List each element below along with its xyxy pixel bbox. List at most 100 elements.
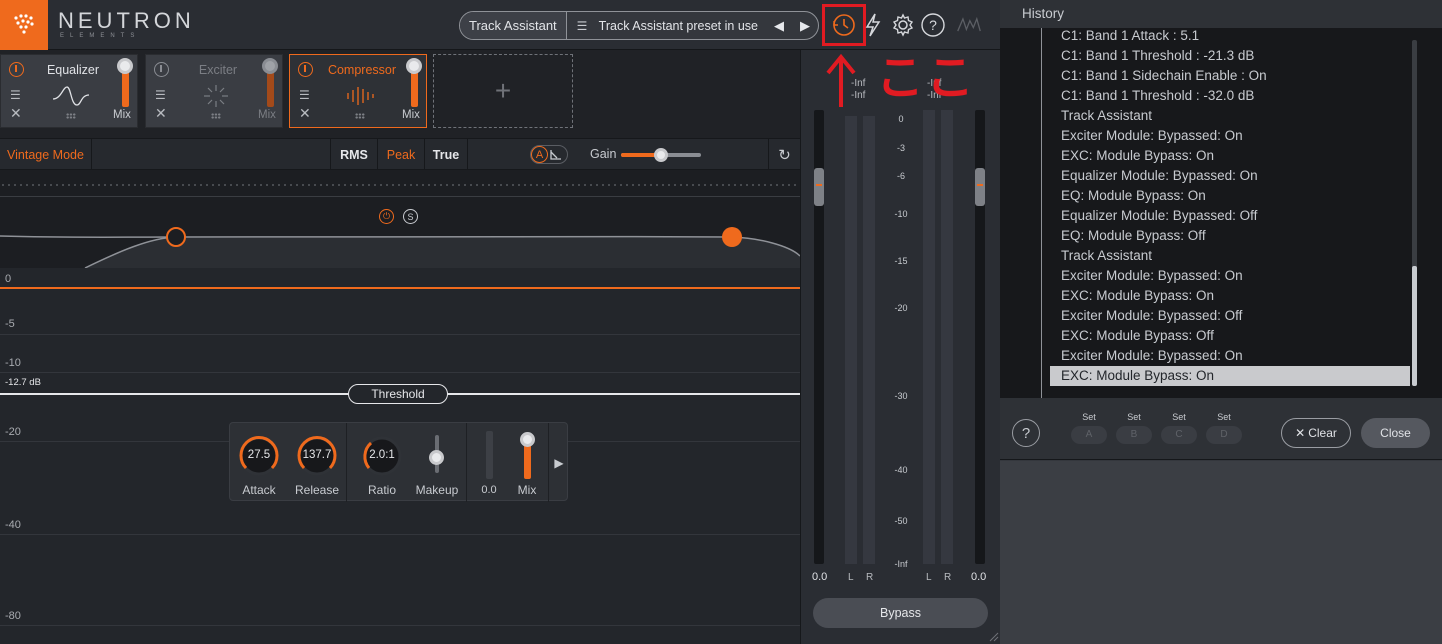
drag-handle-icon[interactable] bbox=[355, 113, 365, 119]
sidechain-solo-icon[interactable]: S bbox=[403, 209, 418, 224]
release-value: 137.7 bbox=[302, 449, 332, 461]
history-item[interactable]: EQ: Module Bypass: On bbox=[1050, 186, 1410, 206]
history-item[interactable]: Exciter Module: Bypassed: On bbox=[1050, 126, 1410, 146]
history-item[interactable]: EXC: Module Bypass: On bbox=[1050, 146, 1410, 166]
history-item[interactable]: Equalizer Module: Bypassed: Off bbox=[1050, 206, 1410, 226]
history-item[interactable]: Track Assistant bbox=[1050, 106, 1410, 126]
mix-fader-knob[interactable] bbox=[262, 58, 278, 74]
reset-icon[interactable]: ↻ bbox=[768, 139, 800, 170]
panel-divider bbox=[346, 423, 347, 502]
preset-list-icon[interactable]: ☰ bbox=[577, 19, 591, 33]
compressor-graph[interactable]: ⏻ S 0 -5 -10 -20 -40 -80 -12.7 dB Thresh… bbox=[0, 170, 800, 644]
history-item[interactable]: EQ: Module Bypass: Off bbox=[1050, 226, 1410, 246]
clear-button[interactable]: ✕ Clear bbox=[1281, 418, 1351, 448]
history-item[interactable]: EXC: Module Bypass: On bbox=[1050, 366, 1410, 386]
set-d[interactable]: Set D bbox=[1206, 412, 1242, 444]
list-icon[interactable]: ☰ bbox=[299, 88, 310, 102]
module-exciter[interactable]: ☰ ✕ Exciter Mix bbox=[145, 54, 283, 128]
add-module-button[interactable]: + bbox=[433, 54, 573, 128]
close-icon[interactable]: ✕ bbox=[10, 105, 22, 122]
drag-handle-icon[interactable] bbox=[211, 113, 221, 119]
threshold-handle[interactable]: Threshold bbox=[348, 384, 448, 404]
izotope-logo bbox=[0, 0, 48, 50]
previous-preset-button[interactable]: ◀ bbox=[766, 18, 792, 34]
help-icon[interactable]: ? bbox=[920, 12, 946, 38]
power-icon[interactable] bbox=[9, 62, 24, 77]
help-button[interactable]: ? bbox=[1012, 419, 1040, 447]
attack-label: Attack bbox=[242, 483, 276, 497]
vintage-mode-button[interactable]: Vintage Mode bbox=[0, 139, 92, 170]
gain-reduction-value: 0.0 bbox=[481, 484, 497, 496]
peak-button[interactable]: Peak bbox=[377, 139, 424, 170]
power-icon[interactable] bbox=[298, 62, 313, 77]
ab-toggle[interactable]: A bbox=[530, 145, 568, 164]
history-item[interactable]: Exciter Module: Bypassed: Off bbox=[1050, 306, 1410, 326]
module-compressor[interactable]: ☰ ✕ Compressor Mix bbox=[289, 54, 427, 128]
history-item[interactable]: C1: Band 1 Attack : 5.1 bbox=[1050, 28, 1410, 46]
history-list[interactable]: C1: Band 1 Attack : 5.1 C1: Band 1 Thresh… bbox=[1000, 28, 1442, 398]
attack-knob[interactable]: 27.5 Attack bbox=[238, 435, 280, 497]
history-item[interactable]: C1: Band 1 Threshold : -32.0 dB bbox=[1050, 86, 1410, 106]
input-gain-fader-knob[interactable] bbox=[814, 168, 824, 206]
history-item[interactable]: EXC: Module Bypass: On bbox=[1050, 286, 1410, 306]
history-item[interactable]: C1: Band 1 Sidechain Enable : On bbox=[1050, 66, 1410, 86]
resize-grip-icon[interactable] bbox=[987, 630, 999, 642]
set-c[interactable]: Set C bbox=[1161, 412, 1197, 444]
mix-fader-knob[interactable] bbox=[520, 432, 535, 447]
mix-fader-knob[interactable] bbox=[117, 58, 133, 74]
list-icon[interactable]: ☰ bbox=[10, 88, 21, 102]
threshold-value: -12.7 dB bbox=[5, 377, 41, 388]
knee-curve-icon bbox=[550, 149, 561, 160]
set-a[interactable]: Set A bbox=[1071, 412, 1107, 444]
next-preset-button[interactable]: ▶ bbox=[792, 18, 818, 34]
history-tree-line bbox=[1041, 28, 1042, 398]
history-item[interactable]: EXC: Module Bypass: Off bbox=[1050, 326, 1410, 346]
history-item[interactable]: Exciter Module: Bypassed: On bbox=[1050, 346, 1410, 366]
history-item[interactable]: Track Assistant bbox=[1050, 246, 1410, 266]
close-icon[interactable]: ✕ bbox=[299, 105, 311, 122]
module-name: Equalizer bbox=[46, 63, 100, 77]
release-knob[interactable]: 137.7 Release bbox=[295, 435, 339, 497]
preset-name[interactable]: Track Assistant preset in use bbox=[599, 19, 766, 33]
compressor-bars-icon bbox=[347, 87, 374, 105]
list-icon[interactable]: ☰ bbox=[155, 88, 166, 102]
ratio-knob[interactable]: 2.0:1 Ratio bbox=[361, 435, 403, 497]
set-b[interactable]: Set B bbox=[1116, 412, 1152, 444]
rms-button[interactable]: RMS bbox=[330, 139, 377, 170]
set-a-button[interactable]: A bbox=[1071, 426, 1107, 444]
gear-icon[interactable] bbox=[890, 12, 916, 38]
history-item[interactable]: Equalizer Module: Bypassed: On bbox=[1050, 166, 1410, 186]
gain-slider[interactable] bbox=[621, 148, 701, 162]
expand-arrow-icon[interactable]: ▶ bbox=[548, 423, 569, 502]
output-gain-fader-knob[interactable] bbox=[975, 168, 985, 206]
true-button[interactable]: True bbox=[424, 139, 468, 170]
drag-handle-icon[interactable] bbox=[66, 113, 76, 119]
history-item[interactable]: C1: Band 1 Threshold : -21.3 dB bbox=[1050, 46, 1410, 66]
track-assistant-button[interactable]: Track Assistant bbox=[460, 12, 567, 39]
power-icon[interactable] bbox=[154, 62, 169, 77]
clear-label: Clear bbox=[1308, 426, 1337, 440]
history-scrollbar[interactable] bbox=[1412, 40, 1417, 386]
plus-icon: + bbox=[494, 75, 512, 106]
history-scrollbar-thumb[interactable] bbox=[1412, 266, 1417, 386]
close-button[interactable]: Close bbox=[1361, 418, 1430, 448]
makeup-slider-knob[interactable] bbox=[429, 450, 444, 465]
set-c-button[interactable]: C bbox=[1161, 426, 1197, 444]
scale-80: -80 bbox=[5, 610, 21, 622]
scale-0: 0 bbox=[5, 273, 12, 285]
set-d-button[interactable]: D bbox=[1206, 426, 1242, 444]
module-equalizer[interactable]: ☰ ✕ Equalizer Mix bbox=[0, 54, 138, 128]
history-item[interactable]: Exciter Module: Bypassed: On bbox=[1050, 266, 1410, 286]
bypass-button[interactable]: Bypass bbox=[813, 598, 988, 628]
sidechain-filter-area[interactable]: ⏻ S bbox=[0, 170, 800, 268]
close-icon[interactable]: ✕ bbox=[155, 105, 167, 122]
sidechain-power-icon[interactable]: ⏻ bbox=[379, 209, 394, 224]
mix-fader-knob[interactable] bbox=[406, 58, 422, 74]
zero-db-line bbox=[0, 287, 800, 289]
gain-slider-knob[interactable] bbox=[654, 148, 668, 162]
set-b-button[interactable]: B bbox=[1116, 426, 1152, 444]
sidechain-curve[interactable] bbox=[0, 196, 800, 268]
module-name: Compressor bbox=[327, 63, 397, 77]
lightning-icon[interactable] bbox=[860, 12, 886, 38]
close-icon: ✕ bbox=[1295, 426, 1306, 440]
